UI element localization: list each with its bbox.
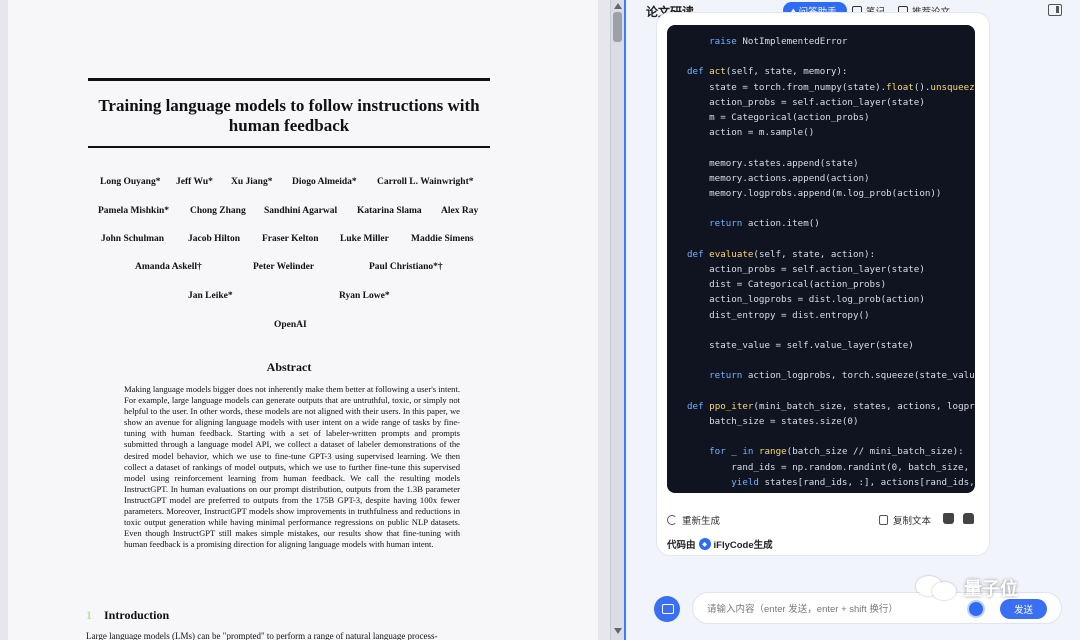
- code-line: memory.logprobs.append(m.log_prob(action…: [687, 188, 942, 199]
- author: Carroll L. Wainwright*: [377, 177, 474, 187]
- code-line: for _ in range(batch_size // mini_batch_…: [709, 446, 964, 458]
- author: Jacob Hilton: [188, 234, 240, 244]
- code-block[interactable]: raise NotImplementedError def act(self, s…: [667, 25, 975, 493]
- code-line: rand_ids = np.random.randint(0, batch_si…: [687, 461, 975, 473]
- code-line: batch_size = states.size(0): [687, 416, 859, 427]
- iflycode-logo-icon: ◆: [698, 538, 711, 550]
- refresh-icon: [667, 515, 677, 525]
- code-line: state_value = self.value_layer(state): [687, 340, 914, 351]
- answer-card: raise NotImplementedError def act(self, s…: [656, 12, 990, 556]
- author: Maddie Simens: [411, 234, 474, 244]
- code-line: action = m.sample(): [687, 127, 815, 139]
- code-line: dist_entropy = dist.entropy(): [687, 309, 870, 321]
- author: Amanda Askell†: [135, 262, 202, 272]
- abstract-paragraph: Making language models bigger does not i…: [124, 384, 460, 550]
- code-line: def ppo_iter(mini_batch_size, states, ac…: [687, 400, 975, 412]
- author: Alex Ray: [441, 206, 479, 216]
- watermark: 量子位: [916, 574, 1018, 602]
- assistant-panel: 论文研读 ♦ 问答助手 笔记 推荐论文 raise NotImplemented…: [624, 0, 1080, 640]
- author: Xu Jiang*: [231, 177, 273, 187]
- code-line: return action_logprobs, torch.squeeze(st…: [709, 370, 975, 382]
- code-line: dist = Categorical(action_probs): [687, 279, 887, 291]
- author: Luke Miller: [340, 234, 389, 244]
- abstract-heading: Abstract: [266, 360, 312, 374]
- copy-text-button[interactable]: 复制文本: [879, 513, 931, 527]
- collapse-panel-icon[interactable]: [1048, 4, 1062, 16]
- copy-icon: [879, 515, 888, 525]
- chat-input-placeholder: 请输入内容（enter 发送，enter + shift 换行）: [707, 604, 898, 615]
- author: Diogo Almeida*: [292, 177, 357, 187]
- code-line: yield states[rand_ids, :], actions[rand_…: [731, 476, 975, 488]
- regenerate-label: 重新生成: [682, 516, 721, 527]
- affiliation: OpenAI: [274, 320, 307, 330]
- author: Pamela Mishkin*: [98, 206, 169, 216]
- title-rule-top: [88, 78, 490, 81]
- title-rule-bottom: [88, 146, 490, 148]
- scroll-up-arrow-icon[interactable]: [614, 3, 622, 9]
- code-line: action_probs = self.action_layer(state): [687, 264, 925, 275]
- scroll-thumb[interactable]: [613, 12, 622, 42]
- author: Fraser Kelton: [262, 234, 319, 244]
- author: John Schulman: [101, 234, 165, 244]
- author: Ryan Lowe*: [339, 291, 390, 301]
- generated-by-name: iFlyCode生成: [713, 540, 773, 551]
- section-title: Introduction: [104, 608, 170, 622]
- code-line: action_logprobs = dist.log_prob(action): [687, 294, 925, 306]
- author: Sandhini Agarwal: [264, 206, 338, 216]
- watermark-text: 量子位: [964, 579, 1018, 599]
- code-line: raise NotImplementedError: [709, 36, 848, 47]
- generated-by-prefix: 代码由: [667, 540, 696, 551]
- scroll-down-arrow-icon[interactable]: [614, 628, 622, 634]
- chat-icon[interactable]: [654, 596, 680, 622]
- code-line: memory.states.append(state): [687, 157, 859, 169]
- author: Jan Leike*: [188, 291, 233, 301]
- voice-icon[interactable]: [967, 600, 985, 618]
- author: Long Ouyang*: [100, 177, 161, 187]
- code-line: memory.actions.append(action): [687, 172, 870, 184]
- regenerate-button[interactable]: 重新生成: [667, 513, 720, 527]
- author: Katarina Slama: [357, 206, 422, 216]
- thumbs-up-icon[interactable]: [943, 513, 954, 524]
- intro-first-line: Large language models (LMs) can be "prom…: [86, 631, 438, 640]
- pdf-scrollbar[interactable]: [610, 0, 624, 640]
- author: Jeff Wu*: [176, 177, 213, 187]
- section-heading-introduction: 1 Introduction: [86, 608, 169, 623]
- code-line: state = torch.from_numpy(state).float().…: [687, 81, 975, 93]
- author: Paul Christiano*†: [369, 262, 443, 272]
- send-button[interactable]: 发送: [999, 599, 1047, 619]
- author: Peter Welinder: [253, 262, 315, 272]
- pdf-viewer[interactable]: Training language models to follow instr…: [0, 0, 610, 640]
- answer-actions: 重新生成 复制文本: [667, 511, 979, 529]
- code-line: def act(self, state, memory):: [687, 66, 848, 78]
- thumbs-down-icon[interactable]: [963, 513, 974, 524]
- abstract-text: Making language models bigger does not i…: [124, 384, 460, 550]
- section-number: 1: [86, 608, 92, 622]
- paper-title: Training language models to follow instr…: [98, 96, 480, 135]
- copy-label: 复制文本: [893, 516, 932, 527]
- code-line: return action.item(): [709, 218, 820, 230]
- code-line: def evaluate(self, state, action):: [687, 248, 876, 260]
- code-line: action_probs = self.action_layer(state): [687, 96, 925, 108]
- author: Chong Zhang: [190, 206, 246, 216]
- code-line: m = Categorical(action_probs): [687, 112, 870, 123]
- generated-by-note: 代码由 ◆ iFlyCode生成: [667, 537, 773, 551]
- wechat-icon: [916, 574, 958, 602]
